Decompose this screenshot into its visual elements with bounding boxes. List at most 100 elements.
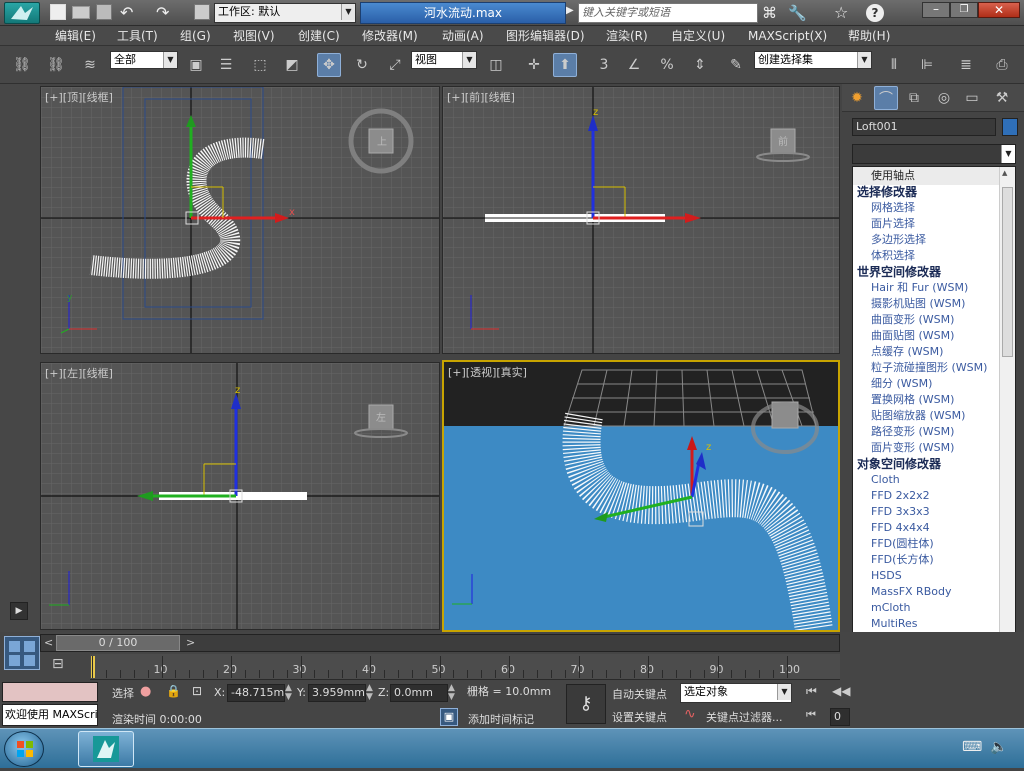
modifier-list-item[interactable]: 曲面变形 (WSM) [871,312,954,328]
modifier-list-item[interactable]: 使用轴点 [871,168,915,184]
expand-viewport-layout-icon[interactable]: ▶ [10,602,28,620]
viewport-left[interactable]: [+][左][线框] 左 z [40,362,440,630]
isolate-selection-icon[interactable]: ● [140,684,151,699]
viewcube-top-label[interactable]: 上 [377,133,387,148]
search-input[interactable]: 键入关键字或短语 [578,3,758,23]
open-file-icon[interactable] [72,6,90,19]
taskbar-3dsmax-icon[interactable] [78,731,134,767]
modifier-list-item[interactable]: 体积选择 [871,248,915,264]
layer-manager-icon[interactable]: ≣ [954,53,978,77]
modifier-list-item[interactable]: FFD(圆柱体) [871,536,934,552]
hierarchy-tab-icon[interactable]: ⧉ [902,86,926,110]
modifier-list-item[interactable]: FFD 4x4x4 [871,520,930,536]
maxscript-listener-field[interactable]: 欢迎使用 MAXScri [2,704,98,726]
viewport-top-label[interactable]: [+][顶][线框] [45,89,113,105]
bind-space-warp-icon[interactable]: ≋ [78,53,102,77]
modifier-list-item[interactable]: mCloth [871,600,910,616]
scroll-up-arrow-icon[interactable]: ▲ [1002,169,1007,177]
windows-start-button[interactable] [4,731,44,767]
modifier-list-item[interactable]: FFD 2x2x2 [871,488,930,504]
menu-views[interactable]: 视图(V) [230,27,278,45]
project-folder-icon[interactable] [194,4,210,20]
viewport-left-label[interactable]: [+][左][线框] [45,365,113,381]
modifier-list-item[interactable]: FFD(长方体) [871,552,934,568]
current-frame-field[interactable]: 0 [830,708,850,726]
object-name-field[interactable]: Loft001 [852,118,996,136]
menu-help[interactable]: 帮助(H) [845,27,893,45]
prev-frame-icon[interactable]: ◀◀ [832,684,850,698]
viewport-top[interactable]: [+][顶][线框] 上 y x [40,86,440,354]
modifier-list-item[interactable]: 粒子流碰撞图形 (WSM) [871,360,987,376]
viewcube-left-label[interactable]: 左 [376,409,386,424]
menu-graph-editors[interactable]: 图形编辑器(D) [503,27,588,45]
motion-tab-icon[interactable]: ◎ [932,86,956,110]
time-slider-thumb[interactable]: 0 / 100 [56,635,180,651]
viewport-perspective[interactable]: [+][透视][真实] z [442,360,840,632]
y-coordinate-field[interactable]: 3.959mm [308,684,366,702]
absolute-mode-icon[interactable]: ⊡ [192,684,202,698]
close-button[interactable]: ✕ [978,2,1020,18]
add-time-tag-button[interactable]: 添加时间标记 [468,711,534,727]
modify-tab-icon[interactable]: ⌒ [874,86,898,110]
set-key-button[interactable]: 设置关键点 [612,709,667,725]
z-coordinate-field[interactable]: 0.0mm [390,684,448,702]
keyboard-shortcut-override-icon[interactable]: ⬆ [553,53,577,77]
modifier-list-scrollbar[interactable]: ▲ ▼ [999,167,1015,711]
star-icon[interactable]: ☆ [834,3,848,22]
menu-animation[interactable]: 动画(A) [439,27,487,45]
create-tab-icon[interactable]: ✹ [845,86,869,110]
modifier-list-item[interactable]: 面片选择 [871,216,915,232]
modifier-list-item[interactable]: FFD 3x3x3 [871,504,930,520]
menu-group[interactable]: 组(G) [177,27,214,45]
scroll-thumb[interactable] [1002,187,1013,357]
align-icon[interactable]: ⊫ [915,53,939,77]
volume-tray-icon[interactable]: 🔈 [990,739,1007,755]
window-crossing-icon[interactable]: ◩ [280,53,304,77]
menu-customize[interactable]: 自定义(U) [668,27,728,45]
modifier-list-popup[interactable]: 使用轴点 选择修改器 网格选择 面片选择 多边形选择 体积选择 世界空间修改器 Hair 和 … [852,166,1016,712]
maxscript-listener-pink[interactable] [2,682,98,702]
curve-editor-icon[interactable]: ⊟ [52,656,64,672]
new-file-icon[interactable] [50,4,66,20]
modifier-list-item[interactable]: 细分 (WSM) [871,376,932,392]
z-spinner-icon[interactable]: ▲ ▼ [448,684,455,702]
snaps-toggle-icon[interactable]: 3 [592,53,616,77]
menu-rendering[interactable]: 渲染(R) [603,27,651,45]
select-by-name-icon[interactable]: ☰ [214,53,238,77]
viewport-front[interactable]: [+][前][线框] 前 z [442,86,840,354]
go-to-start-small-icon[interactable]: ⏮ [806,708,816,722]
menu-maxscript[interactable]: MAXScript(X) [745,27,830,45]
auto-key-button[interactable]: 自动关键点 [612,686,667,702]
viewport-layout-icon[interactable] [4,636,40,670]
select-and-rotate-icon[interactable]: ↻ [350,53,374,77]
binoculars-icon[interactable]: ⌘ [762,4,777,22]
modifier-list-item[interactable]: MassFX RBody [871,584,951,600]
modifier-list-item[interactable]: MultiRes [871,616,918,632]
time-slider-prev-button[interactable]: < [44,636,53,649]
time-slider-next-button[interactable]: > [186,636,195,649]
named-selection-dropdown[interactable]: 创建选择集 ▼ [754,51,872,69]
modifier-list-item[interactable]: 多边形选择 [871,232,926,248]
angle-snap-icon[interactable]: ∠ [622,53,646,77]
modifier-list-item[interactable]: 贴图缩放器 (WSM) [871,408,965,424]
select-and-scale-icon[interactable]: ⤢ [383,53,407,77]
key-curve-icon[interactable]: ∿ [684,706,696,722]
object-color-swatch[interactable] [1002,118,1018,136]
minimize-button[interactable]: – [922,2,950,18]
workspace-dropdown[interactable]: 工作区: 默认 ▼ [214,3,356,23]
redo-icon[interactable]: ↷ [156,3,169,22]
modifier-list-item[interactable]: Cloth [871,472,900,488]
pivot-center-icon[interactable]: ◫ [484,53,508,77]
spinner-snap-icon[interactable]: ⇕ [688,53,712,77]
display-tab-icon[interactable]: ▭ [960,86,984,110]
menu-edit[interactable]: 编辑(E) [52,27,99,45]
select-object-icon[interactable]: ▣ [184,53,208,77]
modifier-list-item[interactable]: 点缓存 (WSM) [871,344,943,360]
viewcube-front-label[interactable]: 前 [778,133,788,148]
utilities-tab-icon[interactable]: ⚒ [990,86,1014,110]
manipulate-icon[interactable]: ✛ [522,53,546,77]
modifier-list-item[interactable]: 路径变形 (WSM) [871,424,954,440]
x-coordinate-field[interactable]: -48.715mm [227,684,285,702]
modifier-list-item[interactable]: Hair 和 Fur (WSM) [871,280,968,296]
selection-filter-dropdown[interactable]: 全部 ▼ [110,51,178,69]
